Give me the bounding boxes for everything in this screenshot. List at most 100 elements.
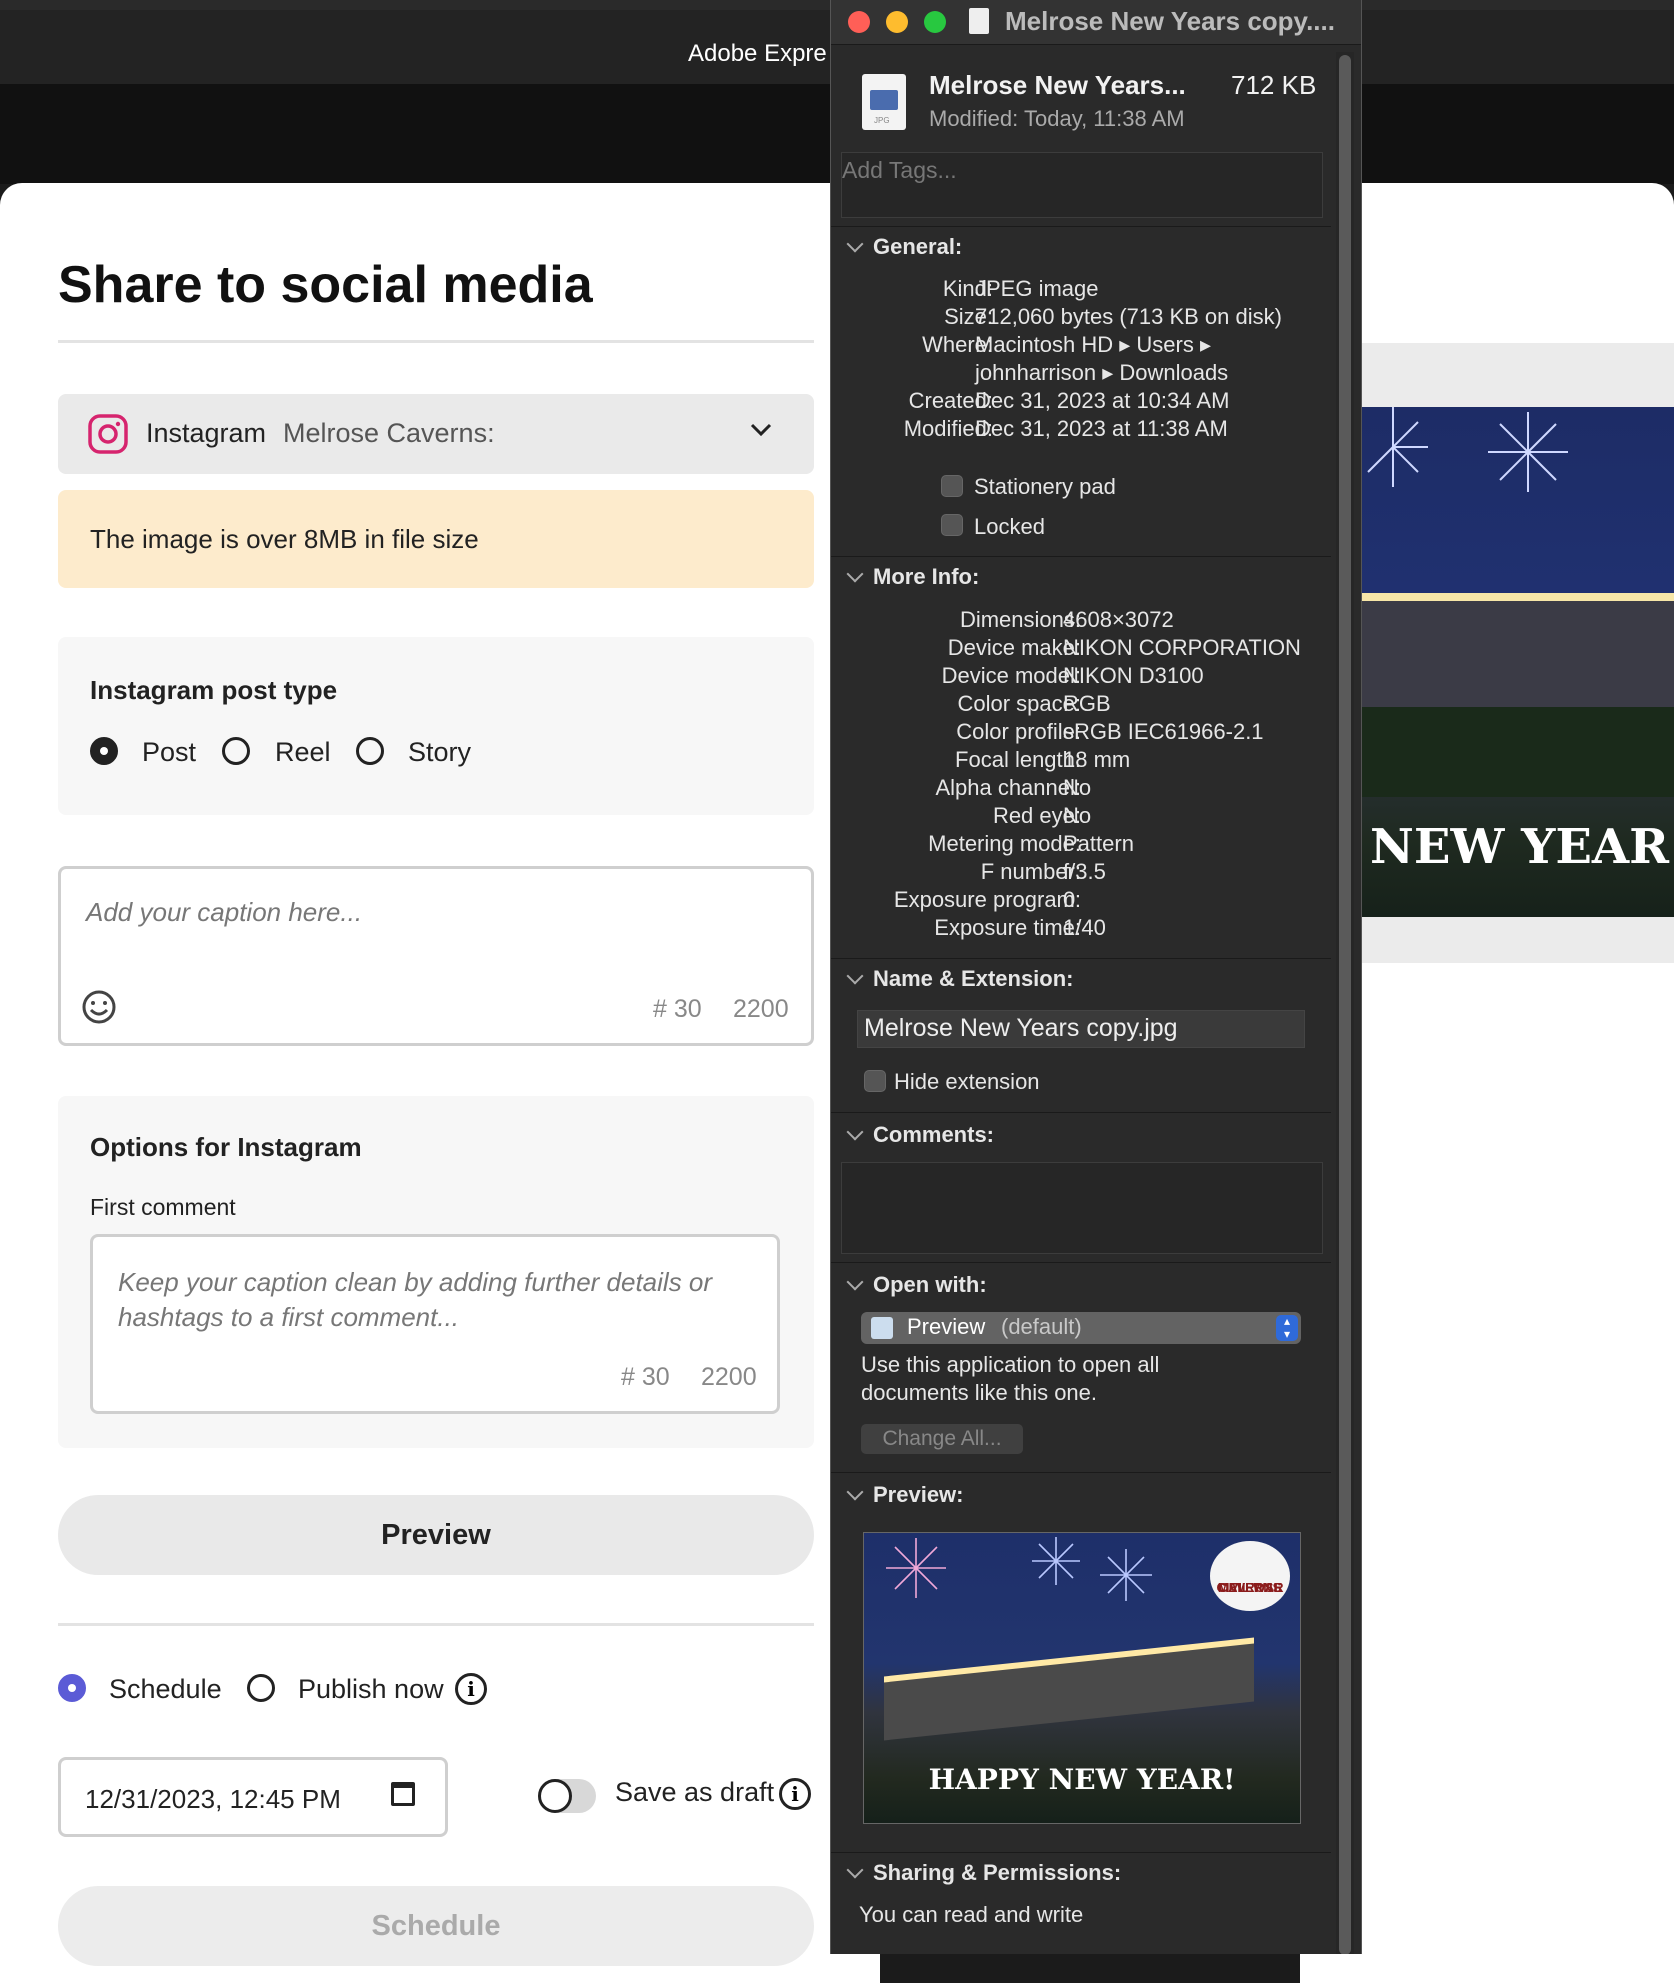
chevron-down-icon <box>846 1123 864 1141</box>
preview-app-icon <box>871 1317 893 1339</box>
account-select[interactable]: Instagram Melrose Caverns: <box>58 394 814 474</box>
file-preview-image: MELROSE CIVIL WAR CAVERNS HAPPY NEW YEAR! <box>863 1532 1301 1824</box>
tags-input[interactable]: Add Tags... <box>841 152 1323 218</box>
kv-value: 18 mm <box>1063 747 1131 772</box>
minimize-button[interactable] <box>886 11 908 33</box>
window-titlebar[interactable]: Melrose New Years copy.... <box>831 0 1361 45</box>
first-comment-input[interactable]: Keep your caption clean by adding furthe… <box>90 1234 780 1414</box>
divider <box>831 226 1331 227</box>
options-title: Options for Instagram <box>90 1132 362 1162</box>
image-text: NEW YEAR <box>1370 819 1670 875</box>
preview-button[interactable]: Preview <box>58 1495 814 1575</box>
melrose-logo: MELROSE CIVIL WAR CAVERNS <box>1210 1541 1290 1611</box>
kv-value: No <box>1063 775 1092 800</box>
chevron-down-icon <box>846 235 864 253</box>
radio-schedule[interactable] <box>58 1674 86 1702</box>
section-open-with[interactable]: Open with: <box>843 1272 987 1298</box>
kv-key: Exposure time: <box>934 915 1081 940</box>
tags-placeholder: Add Tags... <box>842 157 957 183</box>
datetime-value: 12/31/2023, 12:45 PM <box>85 1784 341 1814</box>
chevron-down-icon <box>846 1273 864 1291</box>
kv-value: Pattern <box>1063 831 1134 856</box>
chevron-down-icon <box>846 565 864 583</box>
locked-label: Locked <box>974 514 1045 539</box>
radio-story[interactable] <box>356 737 384 765</box>
radio-reel[interactable] <box>222 737 250 765</box>
kv-value: Dec 31, 2023 at 10:34 AM <box>975 388 1230 413</box>
kv-value: 712,060 bytes (713 KB on disk) <box>975 304 1282 329</box>
section-name-extension[interactable]: Name & Extension: <box>843 966 1074 992</box>
file-name-input[interactable]: Melrose New Years copy.jpg <box>857 1010 1305 1048</box>
info-icon[interactable]: i <box>455 1673 487 1705</box>
caption-input[interactable]: Add your caption here... # 30 2200 <box>58 866 814 1046</box>
divider <box>831 1472 1331 1473</box>
save-draft-info-icon[interactable]: i <box>779 1778 811 1810</box>
kv-value: f/3.5 <box>1063 859 1106 884</box>
caption-placeholder: Add your caption here... <box>86 897 363 927</box>
file-size-warning: The image is over 8MB in file size <box>58 490 814 588</box>
divider <box>831 958 1331 959</box>
divider <box>58 340 814 343</box>
post-type-title: Instagram post type <box>90 675 338 705</box>
divider <box>831 1262 1331 1263</box>
kv-value: Macintosh HD ▸ Users ▸ <box>975 332 1212 357</box>
open-with-select[interactable]: Preview (default) ▴ ▾ <box>861 1312 1301 1344</box>
open-with-description: Use this application to open all documen… <box>861 1352 1160 1405</box>
radio-story-label: Story <box>408 737 472 767</box>
schedule-button[interactable]: Schedule <box>58 1886 814 1966</box>
file-size: 712 KB <box>1231 70 1317 100</box>
account-handle: Melrose Caverns: <box>283 418 495 448</box>
locked-checkbox[interactable] <box>941 514 963 536</box>
kv-value: sRGB IEC61966-2.1 <box>1063 719 1264 744</box>
chevron-down-icon <box>846 967 864 985</box>
close-button[interactable] <box>848 11 870 33</box>
section-sharing[interactable]: Sharing & Permissions: <box>843 1860 1121 1886</box>
share-modal: Share to social media Instagram Melrose … <box>0 183 880 1983</box>
calendar-icon[interactable] <box>391 1782 415 1806</box>
open-with-default: (default) <box>1001 1314 1082 1339</box>
datetime-input[interactable]: 12/31/2023, 12:45 PM <box>58 1757 448 1837</box>
divider <box>58 1623 814 1626</box>
comments-input[interactable] <box>841 1162 1323 1254</box>
radio-schedule-label: Schedule <box>109 1674 222 1704</box>
kv-value: johnharrison ▸ Downloads <box>975 360 1229 385</box>
post-type-card: Instagram post type Post Reel Story <box>58 637 814 815</box>
radio-publish-now-label: Publish now <box>298 1674 444 1704</box>
divider <box>831 556 1331 557</box>
section-comments[interactable]: Comments: <box>843 1122 994 1148</box>
chevron-down-icon <box>846 1861 864 1879</box>
radio-publish-now[interactable] <box>247 1674 275 1702</box>
section-more-info[interactable]: More Info: <box>843 564 979 590</box>
section-general[interactable]: General: <box>843 234 962 260</box>
chevron-updown-icon: ▴ ▾ <box>1276 1315 1298 1341</box>
page-title: Share to social media <box>58 256 593 314</box>
kv-value: JPEG image <box>975 276 1099 301</box>
first-comment-placeholder: Keep your caption clean by adding furthe… <box>118 1267 713 1332</box>
zoom-button[interactable] <box>924 11 946 33</box>
account-network: Instagram <box>146 418 267 448</box>
document-icon <box>969 8 989 34</box>
radio-post[interactable] <box>90 737 118 765</box>
kv-value: NIKON CORPORATION <box>1063 635 1301 660</box>
open-with-app: Preview <box>907 1314 986 1339</box>
section-preview[interactable]: Preview: <box>843 1482 964 1508</box>
kv-value: NIKON D3100 <box>1063 663 1204 688</box>
stationery-label: Stationery pad <box>974 474 1116 499</box>
kv-value: RGB <box>1063 691 1111 716</box>
first-comment-label: First comment <box>90 1194 236 1220</box>
app-title: Adobe Expre <box>688 40 827 67</box>
divider <box>831 1852 1331 1853</box>
file-name: Melrose New Years... <box>929 70 1186 100</box>
hide-extension-label: Hide extension <box>894 1069 1040 1094</box>
change-all-button[interactable]: Change All... <box>861 1424 1023 1454</box>
chevron-down-icon <box>846 1483 864 1501</box>
save-draft-toggle[interactable] <box>538 1779 596 1813</box>
warning-text: The image is over 8MB in file size <box>90 524 479 554</box>
hide-extension-checkbox[interactable] <box>864 1070 886 1092</box>
emoji-icon[interactable] <box>81 989 117 1025</box>
chevron-down-icon[interactable] <box>748 416 774 442</box>
save-draft-label: Save as draft <box>615 1777 775 1807</box>
stationery-checkbox[interactable] <box>941 475 963 497</box>
preview-image-text: HAPPY NEW YEAR! <box>928 1763 1236 1796</box>
scrollbar-thumb[interactable] <box>1339 55 1351 1954</box>
